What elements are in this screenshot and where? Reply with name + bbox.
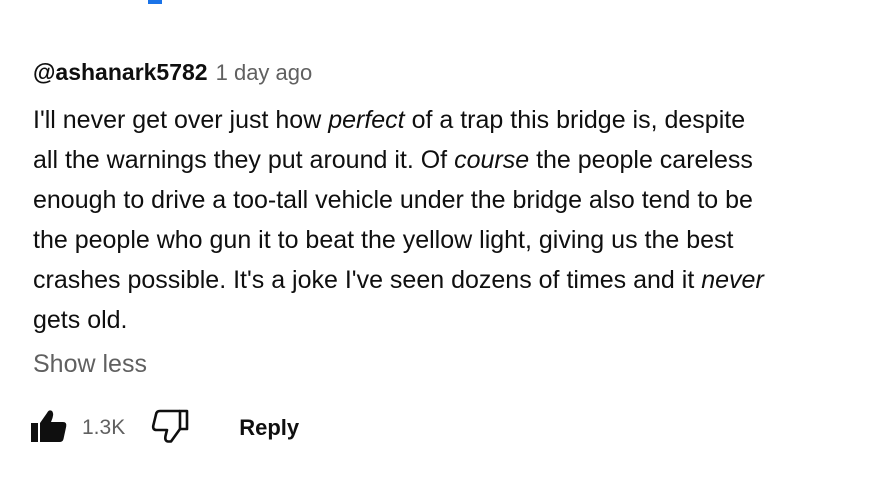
comment-line: enough to drive a too-tall vehicle under… [33,186,753,214]
comment-action-bar: 1.3K Reply [30,406,299,450]
comment-line: all the warnings they put around it. Of … [33,146,753,174]
comment-author[interactable]: @ashanark5782 [33,59,208,86]
comment-line: the people who gun it to beat the yellow… [33,226,734,254]
comment-timestamp[interactable]: 1 day ago [216,60,313,86]
comment-line: crashes possible. It's a joke I've seen … [33,266,764,294]
comment-page: @ashanark5782 1 day ago I'll never get o… [0,0,888,480]
thumbs-down-icon [151,409,189,448]
like-count: 1.3K [82,416,126,439]
comment-line: gets old. [33,306,128,334]
show-less-button[interactable]: Show less [33,350,147,379]
comment-header: @ashanark5782 1 day ago [33,59,312,89]
previous-item-accent [148,0,162,4]
like-button[interactable]: 1.3K [30,409,125,448]
reply-button[interactable]: Reply [239,415,299,441]
dislike-button[interactable] [151,409,189,448]
comment-line: I'll never get over just how perfect of … [33,106,746,134]
thumbs-up-icon [30,409,68,448]
comment-text: I'll never get over just how perfect of … [33,100,853,340]
